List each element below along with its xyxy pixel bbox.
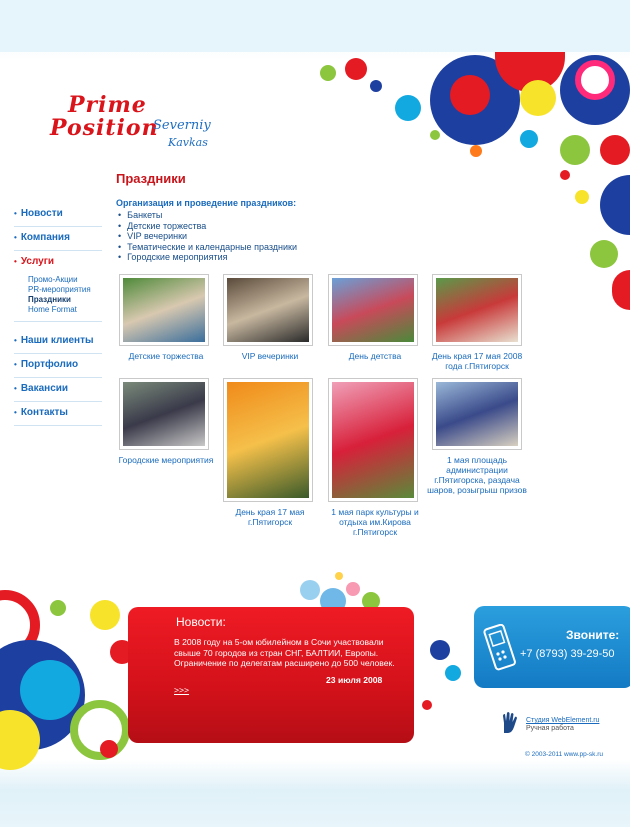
bullet-icon: • [14,209,17,218]
gallery-thumb[interactable] [119,378,209,450]
news-date: 23 июля 2008 [326,675,383,685]
copyright: © 2003-2011 www.pp-sk.ru [525,751,604,758]
gallery-caption[interactable]: 1 мая площадь администрации г.Пятигорска… [427,455,527,495]
news-title: Новости: [176,615,226,629]
gallery-thumb[interactable] [223,274,313,346]
subnav-item-home-format[interactable]: Home Format [28,305,102,315]
logo-line-3: Severniy [153,118,211,133]
phone-number[interactable]: +7 (8793) 39-29-50 [520,648,614,660]
logo-line-2: Position [50,115,159,141]
subnav-item-pr[interactable]: PR-мероприятия [28,285,102,295]
gallery-caption[interactable]: VIP вечеринки [220,351,320,361]
news-text: В 2008 году на 5-ом юбилейном в Сочи уча… [174,637,395,668]
gallery-photo [227,382,309,498]
bullet-icon: • [14,336,17,345]
list-item: VIP вечеринки [118,231,297,242]
gallery-caption[interactable]: 1 мая парк культуры и отдыха им.Кирова г… [325,507,425,537]
gallery-photo [332,382,414,498]
nav-item-portfolio[interactable]: • Портфолио [14,354,102,378]
gallery-photo [227,278,309,342]
nav-label: Вакансии [20,383,69,394]
logo[interactable]: Prime Position Severniy Kavkas [48,92,248,158]
gallery-caption[interactable]: Городские мероприятия [116,455,216,465]
hand-icon [500,711,522,740]
nav-label: Новости [20,208,63,219]
gallery-photo [123,278,205,342]
gallery-caption[interactable]: День края 17 мая г.Пятигорск [220,507,320,527]
call-panel: Звоните: +7 (8793) 39-29-50 [474,606,630,688]
gallery-caption[interactable]: День детства [325,351,425,361]
subnav-item-promo[interactable]: Промо-Акции [28,275,102,285]
page-title: Праздники [116,171,186,186]
list-item: Детские торжества [118,221,297,232]
news-more-link[interactable]: >>> [174,685,189,695]
sidebar-nav: • Новости • Компания • Услуги Промо-Акции P… [14,203,102,426]
nav-item-contacts[interactable]: • Контакты [14,402,102,426]
list-item: Банкеты [118,210,297,221]
gallery-caption[interactable]: День края 17 мая 2008 года г.Пятигорск [427,351,527,371]
nav-item-company[interactable]: • Компания [14,227,102,251]
nav-label: Компания [20,232,70,243]
services-subnav: Промо-Акции PR-мероприятия Праздники Hom… [14,275,102,322]
nav-label: Наши клиенты [20,335,94,346]
gallery-thumb[interactable] [432,274,522,346]
nav-label: Портфолио [20,359,79,370]
nav-label: Контакты [20,407,68,418]
list-item: Тематические и календарные праздники [118,242,297,253]
list-item: Городские мероприятия [118,252,297,263]
nav-label: Услуги [20,256,55,267]
bullet-icon: • [14,384,17,393]
studio-link[interactable]: Студия WebElement.ru [526,717,599,724]
gallery-photo [436,278,518,342]
page: Prime Position Severniy Kavkas • Новости … [0,0,630,827]
bullet-icon: • [14,360,17,369]
gallery-photo [123,382,205,446]
gallery-caption[interactable]: Детские торжества [116,351,216,361]
services-list: Банкеты Детские торжества VIP вечеринки … [118,210,297,263]
intro-text: Организация и проведение праздников: [116,198,297,208]
nav-item-vacancies[interactable]: • Вакансии [14,378,102,402]
top-band [0,0,630,52]
nav-item-clients[interactable]: • Наши клиенты [14,330,102,354]
gallery-photo [436,382,518,446]
subnav-item-holidays[interactable]: Праздники [28,295,102,305]
gallery-thumb[interactable] [223,378,313,502]
phone-icon [482,623,518,677]
studio-tagline: Ручная работа [526,725,574,732]
gallery-photo [332,278,414,342]
nav-item-services[interactable]: • Услуги [14,251,102,275]
logo-line-4: Kavkas [168,136,208,149]
bullet-icon: • [14,408,17,417]
news-panel: Новости: В 2008 году на 5-ом юбилейном в… [128,607,414,743]
gallery-thumb[interactable] [119,274,209,346]
nav-item-news[interactable]: • Новости [14,203,102,227]
bullet-icon: • [14,233,17,242]
gallery-thumb[interactable] [328,378,418,502]
call-title: Звоните: [566,628,620,642]
bullet-icon: • [14,257,17,266]
gallery-thumb[interactable] [328,274,418,346]
gallery-thumb[interactable] [432,378,522,450]
